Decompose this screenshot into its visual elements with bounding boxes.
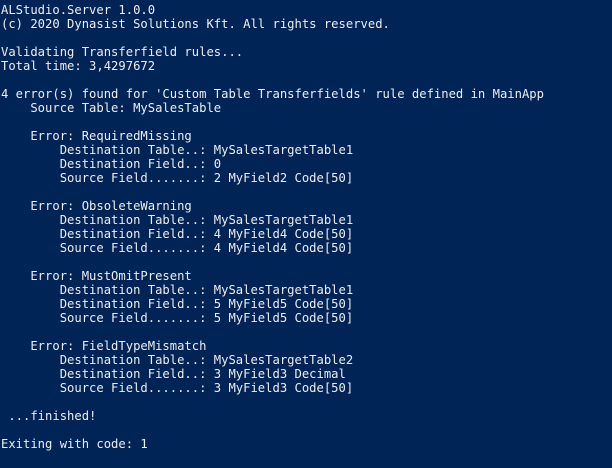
error-destination-field: Destination Field..: 5 MyField5 Code[50] xyxy=(1,297,354,311)
status-validating: Validating Transferfield rules... xyxy=(1,45,244,59)
powershell-console[interactable]: ALStudio.Server 1.0.0 (c) 2020 Dynasist … xyxy=(0,0,612,468)
error-title: Error: MustOmitPresent xyxy=(1,269,192,283)
error-title: Error: RequiredMissing xyxy=(1,129,192,143)
error-destination-field: Destination Field..: 0 xyxy=(1,157,222,171)
error-destination-table: Destination Table..: MySalesTargetTable2 xyxy=(1,353,354,367)
error-title: Error: ObsoleteWarning xyxy=(1,199,192,213)
error-summary: 4 error(s) found for 'Custom Table Trans… xyxy=(1,87,544,101)
source-table-line: Source Table: MySalesTable xyxy=(1,101,222,115)
error-title: Error: FieldTypeMismatch xyxy=(1,339,207,353)
error-destination-table: Destination Table..: MySalesTargetTable1 xyxy=(1,283,354,297)
exit-code-line: Exiting with code: 1 xyxy=(1,437,148,451)
error-source-field: Source Field.......: 5 MyField5 Code[50] xyxy=(1,311,354,325)
error-source-field: Source Field.......: 4 MyField4 Code[50] xyxy=(1,241,354,255)
status-finished: ...finished! xyxy=(1,409,97,423)
error-destination-field: Destination Field..: 4 MyField4 Code[50] xyxy=(1,227,354,241)
header-app-version: ALStudio.Server 1.0.0 xyxy=(1,3,156,17)
header-copyright: (c) 2020 Dynasist Solutions Kft. All rig… xyxy=(1,17,390,31)
status-total-time: Total time: 3,4297672 xyxy=(1,59,156,73)
error-source-field: Source Field.......: 2 MyField2 Code[50] xyxy=(1,171,354,185)
error-destination-table: Destination Table..: MySalesTargetTable1 xyxy=(1,143,354,157)
error-source-field: Source Field.......: 3 MyField3 Code[50] xyxy=(1,381,354,395)
error-destination-field: Destination Field..: 3 MyField3 Decimal xyxy=(1,367,346,381)
error-destination-table: Destination Table..: MySalesTargetTable1 xyxy=(1,213,354,227)
